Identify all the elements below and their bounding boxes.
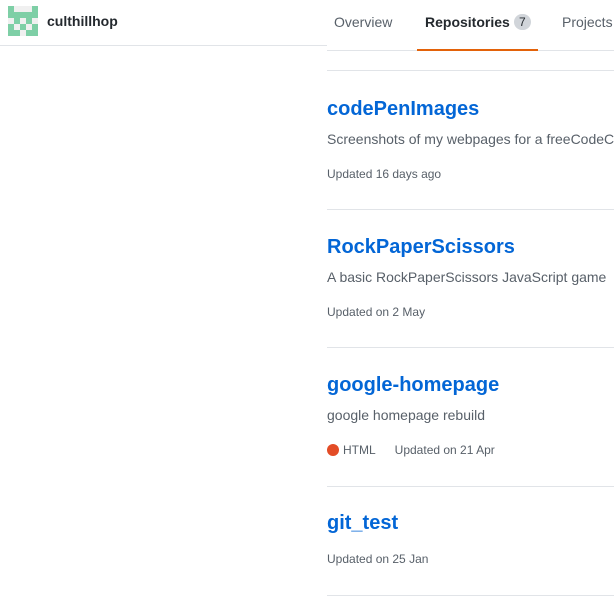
repo-description: A basic RockPaperScissors JavaScript gam… <box>327 269 607 285</box>
repo-item-git-test: git_test Updated on 25 Jan <box>327 487 614 596</box>
repo-updated: Updated on 21 Apr <box>394 443 495 457</box>
tab-repositories[interactable]: Repositories 7 <box>417 0 538 51</box>
repo-meta: HTML Updated on 21 Apr <box>327 443 495 457</box>
user-header: culthillhop <box>0 0 327 46</box>
repo-name-link[interactable]: google-homepage <box>327 374 499 397</box>
language-color-dot <box>327 444 339 456</box>
repo-item-codepenimages: codePenImages Screenshots of my webpages… <box>327 71 614 210</box>
repo-name-link[interactable]: RockPaperScissors <box>327 236 515 259</box>
username-link[interactable]: culthillhop <box>47 13 118 29</box>
repo-name-link[interactable]: git_test <box>327 512 398 535</box>
tab-overview[interactable]: Overview <box>334 0 392 51</box>
tab-projects[interactable]: Projects <box>562 0 613 51</box>
repo-item-google-homepage: google-homepage google homepage rebuild … <box>327 348 614 487</box>
profile-tabs: Overview Repositories 7 Projects <box>327 0 614 51</box>
repo-description: google homepage rebuild <box>327 407 486 423</box>
repo-description: Screenshots of my webpages for a freeCod… <box>327 131 614 147</box>
repo-updated: Updated on 2 May <box>327 305 426 319</box>
repo-meta: Updated 16 days ago <box>327 167 441 181</box>
repo-meta: Updated on 2 May <box>327 305 425 319</box>
repo-meta: Updated on 25 Jan <box>327 552 428 566</box>
repo-updated: Updated on 25 Jan <box>327 552 429 566</box>
repo-language: HTML <box>343 443 376 457</box>
repo-updated: Updated 16 days ago <box>327 167 442 181</box>
repo-item-rockpaperscissors: RockPaperScissors A basic RockPaperSciss… <box>327 210 614 348</box>
avatar-pixel <box>32 30 38 36</box>
tab-repositories-label: Repositories <box>425 14 510 30</box>
avatar[interactable] <box>8 6 38 36</box>
repo-name-link[interactable]: codePenImages <box>327 98 479 121</box>
repositories-count-badge: 7 <box>513 14 531 30</box>
